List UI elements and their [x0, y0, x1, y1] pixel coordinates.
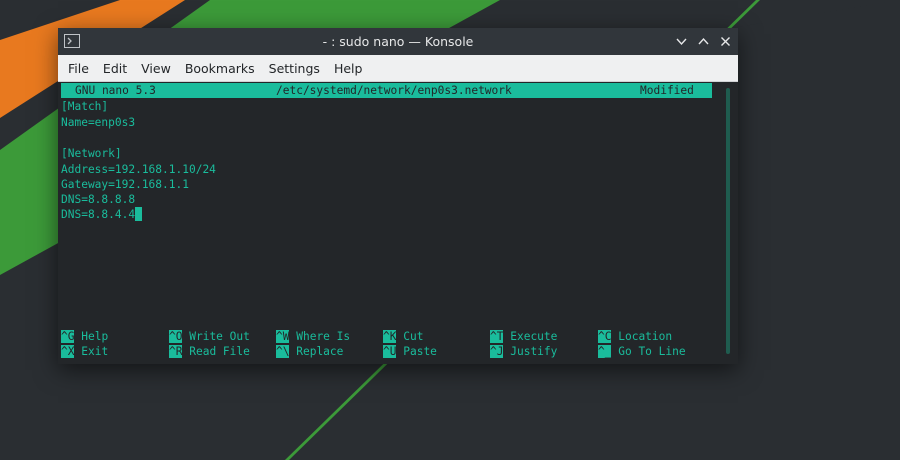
menu-file[interactable]: File [61, 55, 96, 82]
menu-view[interactable]: View [134, 55, 178, 82]
shortcut-read-file: ^R Read File [169, 345, 250, 358]
file-line: [Match] [61, 100, 109, 113]
nano-version: GNU nano 5.3 [75, 84, 156, 97]
file-line-text: DNS=8.8.4.4 [61, 208, 136, 221]
menu-edit[interactable]: Edit [96, 55, 134, 82]
terminal-scrollbar[interactable] [726, 88, 730, 354]
file-line: [Network] [61, 147, 122, 160]
menu-bookmarks[interactable]: Bookmarks [178, 55, 262, 82]
shortcut-go-to-line: ^_ Go To Line [598, 345, 686, 358]
nano-title-bar: GNU nano 5.3 /etc/systemd/network/enp0s3… [61, 83, 712, 98]
shortcut-location: ^C Location [598, 330, 673, 343]
window-title: - : sudo nano — Konsole [322, 34, 474, 49]
shortcut-paste: ^U Paste [383, 345, 437, 358]
nano-filename: /etc/systemd/network/enp0s3.network [276, 84, 512, 97]
shortcut-exit: ^X Exit [61, 345, 109, 358]
file-line: DNS=8.8.8.8 [61, 193, 136, 206]
close-icon[interactable] [718, 34, 733, 49]
file-line: Name=enp0s3 [61, 116, 136, 129]
menu-settings[interactable]: Settings [262, 55, 327, 82]
menu-bar: File Edit View Bookmarks Settings Help [58, 55, 738, 82]
file-line: Address=192.168.1.10/24 [61, 163, 216, 176]
file-line: Gateway=192.168.1.1 [61, 178, 189, 191]
chevron-down-icon[interactable] [674, 34, 689, 49]
chevron-up-icon[interactable] [696, 34, 711, 49]
shortcut-cut: ^K Cut [383, 330, 424, 343]
nano-status: Modified [640, 84, 694, 97]
shortcut-justify: ^J Justify [490, 345, 558, 358]
konsole-window: - : sudo nano — Konsole File Edit View B… [58, 28, 738, 364]
menu-help[interactable]: Help [327, 55, 370, 82]
file-line-last: DNS=8.8.4.4 [61, 207, 143, 222]
shortcut-where-is: ^W Where Is [276, 330, 351, 343]
shortcut-write-out: ^O Write Out [169, 330, 250, 343]
terminal-area[interactable]: GNU nano 5.3 /etc/systemd/network/enp0s3… [58, 82, 738, 364]
title-bar[interactable]: - : sudo nano — Konsole [58, 28, 738, 55]
text-cursor [135, 207, 143, 221]
shortcut-replace: ^\ Replace [276, 345, 344, 358]
shortcut-help: ^G Help [61, 330, 109, 343]
shortcut-execute: ^T Execute [490, 330, 558, 343]
